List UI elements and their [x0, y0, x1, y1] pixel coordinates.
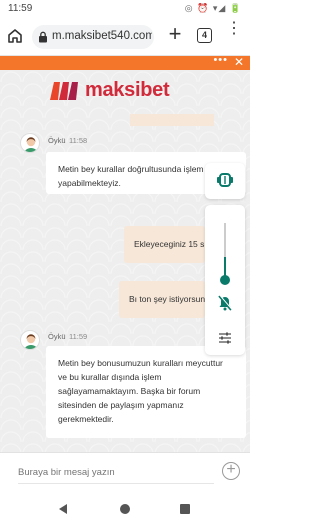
chat-header: ••• ✕ [0, 54, 250, 70]
browser-toolbar: m.maksibet540.com + 4 ⋮ [0, 18, 250, 56]
address-bar[interactable]: m.maksibet540.com [32, 25, 154, 49]
message-input[interactable] [18, 463, 198, 481]
incoming-message: Metin bey bonusumuzun kuralları meycuttu… [46, 346, 246, 438]
input-underline [18, 483, 214, 484]
message-composer: + [0, 452, 250, 490]
home-circle-icon[interactable] [120, 504, 130, 514]
lock-icon [39, 31, 47, 43]
status-bar: 11:59 ◎ ⏰ ▾◢ 🔋 [0, 0, 250, 18]
more-vert-icon[interactable]: ⋮ [226, 21, 242, 46]
tab-switcher-button[interactable]: 4 [197, 28, 212, 43]
system-navigation-bar [0, 490, 250, 528]
message-sender: Öykü [48, 332, 66, 341]
sound-controls-panel [205, 205, 245, 355]
message-sender: Öykü [48, 136, 66, 145]
agent-avatar [20, 330, 40, 350]
agent-avatar [20, 133, 40, 153]
recents-icon[interactable] [180, 504, 190, 514]
chat-menu-button[interactable]: ••• [213, 54, 228, 66]
outgoing-message: Bı ton şey istiyorsun [119, 281, 205, 318]
ear-icon [217, 173, 233, 187]
brand-name: maksibet [85, 79, 170, 101]
tune-icon[interactable] [217, 331, 233, 345]
message-time: 11:59 [69, 332, 88, 341]
hearing-toggle-button[interactable] [205, 163, 245, 199]
outgoing-message: Ekleyeceginiz 15 s [124, 226, 205, 263]
home-icon[interactable] [6, 27, 24, 45]
message-time: 11:58 [69, 136, 88, 145]
previous-message-edge [130, 114, 214, 126]
muted-bell-icon[interactable] [215, 293, 235, 313]
status-time: 11:59 [8, 3, 33, 14]
url-text: m.maksibet540.com [52, 30, 152, 42]
volume-slider-thumb[interactable] [220, 275, 230, 285]
back-icon[interactable] [59, 504, 67, 514]
new-tab-button[interactable]: + [164, 23, 186, 46]
chat-close-button[interactable]: ✕ [234, 56, 244, 69]
status-icons: ◎ ⏰ ▾◢ 🔋 [184, 3, 242, 13]
brand-logo: maksibet [0, 70, 250, 114]
attach-button[interactable]: + [222, 462, 240, 480]
brand-mark-icon [50, 82, 78, 100]
